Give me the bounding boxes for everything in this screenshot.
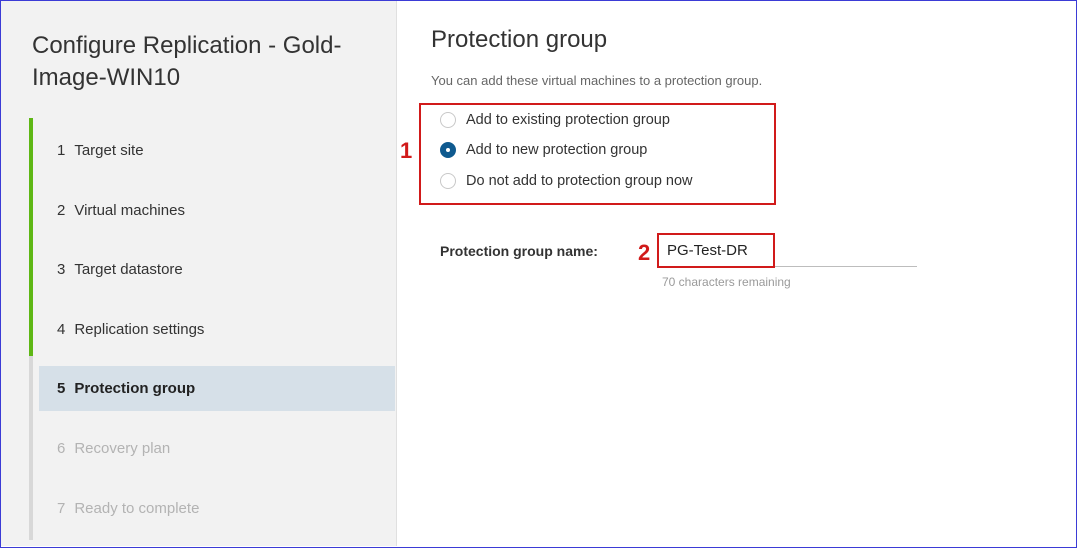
step-replication-settings[interactable]: 4 Replication settings [39, 307, 395, 352]
protection-group-name-label: Protection group name: [440, 243, 598, 259]
radio-option-existing-group[interactable]: Add to existing protection group [440, 109, 670, 131]
step-label: Protection group [74, 380, 196, 397]
step-recovery-plan: 6 Recovery plan [39, 426, 395, 471]
radio-button-checked[interactable] [440, 142, 456, 158]
annotation-box-2 [657, 233, 775, 268]
step-number: 7 [57, 500, 66, 517]
step-ready-to-complete: 7 Ready to complete [39, 486, 395, 531]
step-protection-group[interactable]: 5 Protection group [39, 366, 395, 411]
step-number: 5 [57, 380, 66, 397]
step-number: 1 [57, 142, 66, 159]
step-label: Target site [74, 142, 144, 159]
step-label: Target datastore [74, 261, 183, 278]
radio-label: Do not add to protection group now [466, 173, 693, 189]
step-label: Recovery plan [74, 440, 171, 457]
step-number: 6 [57, 440, 66, 457]
step-number: 2 [57, 202, 66, 219]
radio-button[interactable] [440, 112, 456, 128]
step-number: 4 [57, 321, 66, 338]
radio-button[interactable] [440, 173, 456, 189]
annotation-number-2: 2 [638, 240, 651, 265]
step-target-site[interactable]: 1 Target site [39, 128, 395, 173]
step-label: Replication settings [74, 321, 205, 338]
step-label: Ready to complete [74, 500, 200, 517]
radio-label: Add to new protection group [466, 142, 648, 158]
step-number: 3 [57, 261, 66, 278]
page-subtitle: You can add these virtual machines to a … [431, 73, 763, 88]
radio-option-no-group[interactable]: Do not add to protection group now [440, 170, 693, 192]
characters-remaining-hint: 70 characters remaining [662, 275, 791, 289]
wizard-title: Configure Replication - Gold-Image-WIN10 [32, 32, 342, 91]
radio-option-new-group[interactable]: Add to new protection group [440, 139, 647, 161]
progress-track [29, 356, 33, 540]
step-virtual-machines[interactable]: 2 Virtual machines [39, 188, 395, 233]
page-title: Protection group [431, 26, 608, 53]
annotation-number-1: 1 [400, 138, 413, 163]
progress-indicator [29, 118, 33, 356]
radio-label: Add to existing protection group [466, 112, 670, 128]
step-label: Virtual machines [74, 202, 185, 219]
step-target-datastore[interactable]: 3 Target datastore [39, 247, 395, 292]
